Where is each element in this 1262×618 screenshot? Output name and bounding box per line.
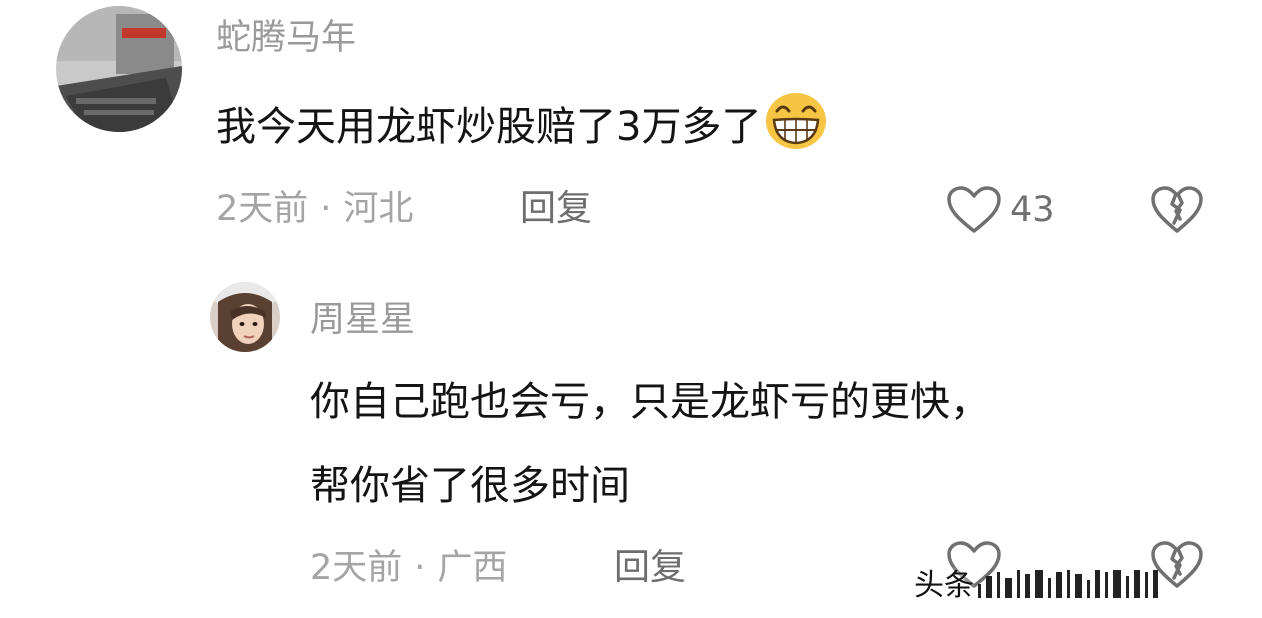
meta-separator: · [320,189,332,229]
comment-text: 我今天用龙虾炒股赔了3万多了 [216,92,827,167]
reply-button[interactable]: 回复 [520,189,592,229]
reply-meta: 2天前 · 广西 [310,548,507,588]
reply-reply-button[interactable]: 回复 [614,548,686,588]
watermark-text: 头条 [914,568,974,603]
dislike-button[interactable] [1150,185,1204,239]
reply-username[interactable]: 周星星 [310,300,415,340]
comment-meta: 2天前 · 河北 [216,189,413,229]
reply-time: 2天前 [310,548,403,588]
reply-location: 广西 [437,548,508,588]
comment-location: 河北 [343,189,414,229]
avatar-image [56,6,182,132]
comment-time: 2天前 [216,189,309,229]
comment-text-body: 我今天用龙虾炒股赔了3万多了 [216,104,762,150]
avatar-commenter[interactable] [56,6,182,132]
grinning-face-emoji-icon [765,92,827,167]
reply-text-line2: 帮你省了很多时间 [310,463,630,509]
watermark-barcode [978,566,1163,598]
meta-separator: · [414,548,426,588]
heart-icon [947,186,1001,233]
toutiao-watermark: 头条 [914,560,1163,604]
reply-text-line1: 你自己跑也会亏，只是龙虾亏的更快， [310,379,990,425]
like-button[interactable]: 43 [946,185,1055,235]
avatar-image [210,282,280,352]
broken-heart-icon [1151,186,1203,233]
avatar-replier[interactable] [210,282,280,352]
like-count: 43 [1010,190,1055,230]
comment-username[interactable]: 蛇腾马年 [216,18,356,58]
